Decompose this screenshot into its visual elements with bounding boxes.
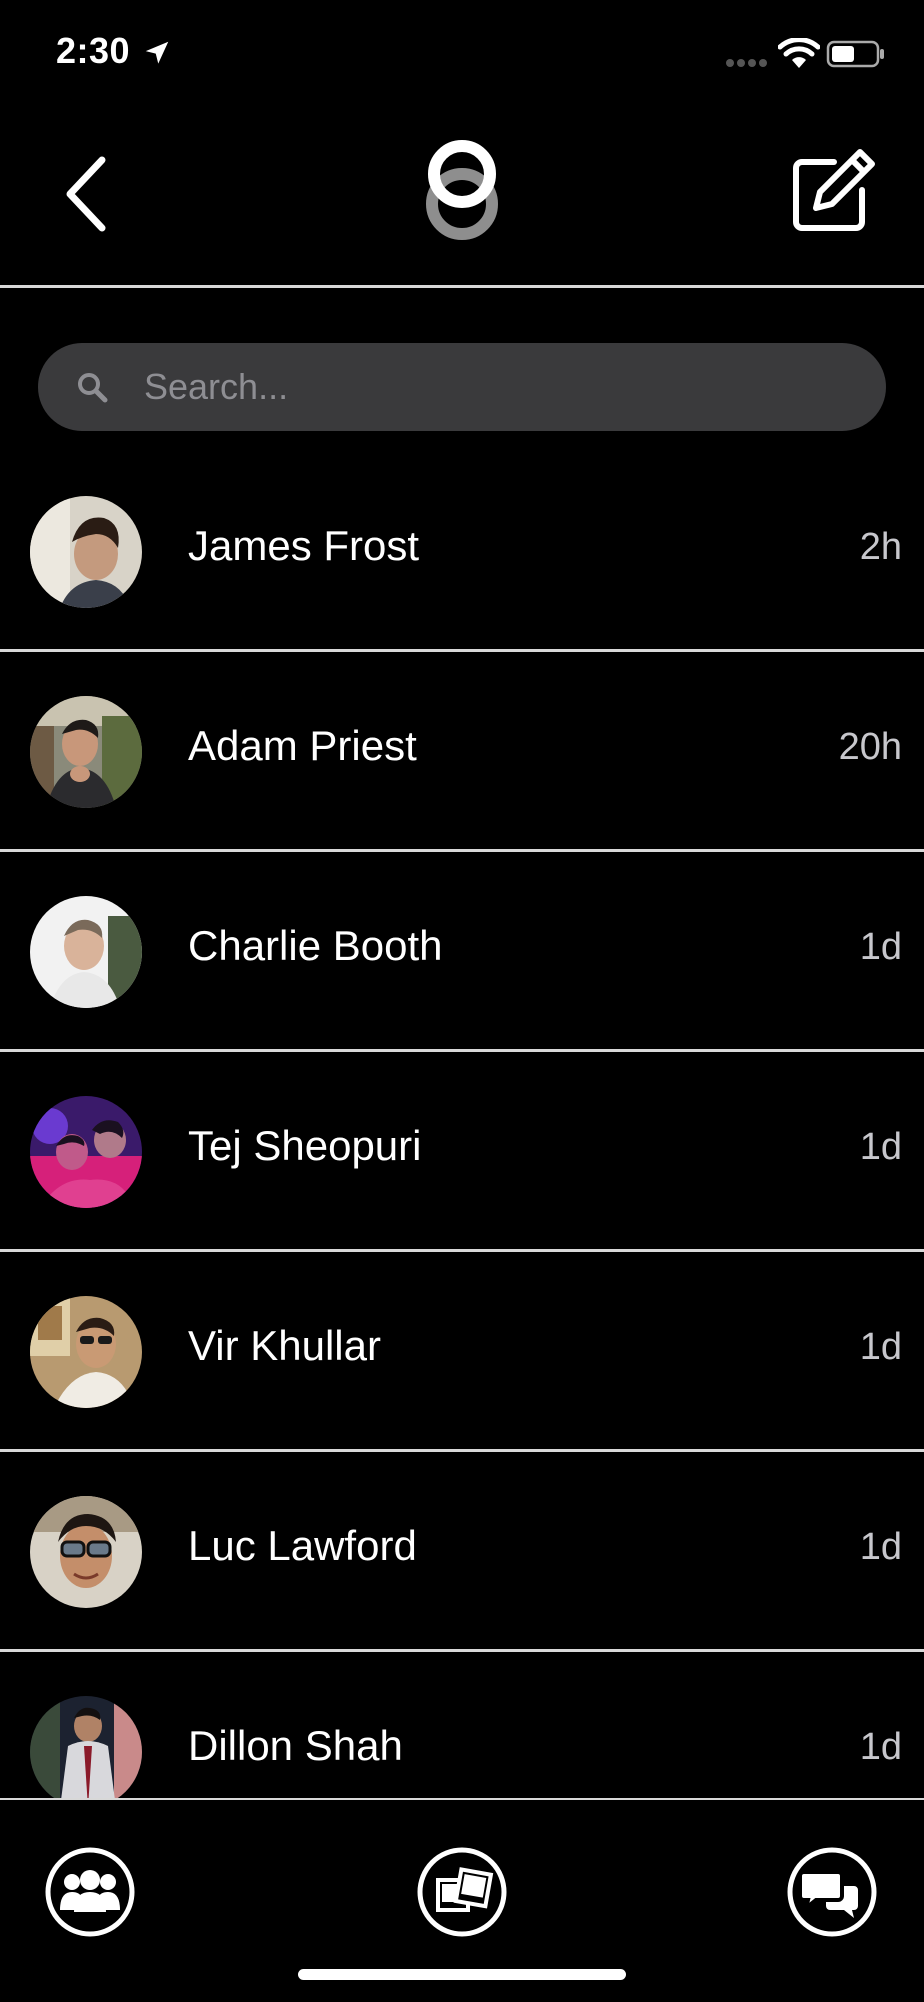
location-arrow-icon (145, 41, 169, 64)
avatar (30, 896, 142, 1008)
contact-name: Vir Khullar (188, 1322, 381, 1369)
contact-photo (30, 1496, 142, 1608)
search-icon (78, 373, 108, 403)
photos-gallery-icon (417, 1847, 507, 1937)
timestamp: 1d (859, 1326, 902, 1368)
conversation-row[interactable]: Adam Priest 20h (0, 652, 924, 852)
conversation-row[interactable]: Charlie Booth 1d (0, 852, 924, 1052)
tab-messages[interactable] (786, 1846, 878, 1938)
timestamp: 1d (859, 1126, 902, 1168)
contact-name: Adam Priest (188, 722, 417, 769)
chat-bubbles-icon (787, 1847, 877, 1937)
app-logo-icon (426, 140, 498, 240)
search-input[interactable] (144, 343, 844, 431)
conversation-row[interactable]: Vir Khullar 1d (0, 1252, 924, 1452)
tab-gallery[interactable] (416, 1846, 508, 1938)
cellular-signal-icon (726, 59, 767, 67)
contact-photo (30, 1296, 142, 1408)
conversation-list: James Frost 2h Adam Priest 20h Charlie B… (0, 452, 924, 1800)
contact-name: Tej Sheopuri (188, 1122, 422, 1169)
avatar (30, 1096, 142, 1208)
contact-name: Charlie Booth (188, 922, 443, 969)
avatar (30, 496, 142, 608)
timestamp: 20h (838, 726, 902, 768)
contact-name: Luc Lawford (188, 1522, 417, 1569)
timestamp: 1d (859, 926, 902, 968)
home-indicator (298, 1969, 626, 1980)
avatar (30, 1296, 142, 1408)
contact-photo (30, 896, 142, 1008)
navigation-bar (0, 110, 924, 288)
timestamp: 2h (859, 526, 902, 568)
conversation-row[interactable]: Luc Lawford 1d (0, 1452, 924, 1652)
back-chevron-icon[interactable] (58, 146, 118, 242)
contact-photo (30, 1096, 142, 1208)
status-bar: 2:30 (0, 0, 924, 110)
status-time: 2:30 (56, 30, 131, 71)
timestamp: 1d (859, 1526, 902, 1568)
tab-friends[interactable] (44, 1846, 136, 1938)
conversation-row[interactable]: Tej Sheopuri 1d (0, 1052, 924, 1252)
avatar (30, 696, 142, 808)
contact-name: James Frost (188, 522, 420, 569)
timestamp: 1d (859, 1726, 902, 1768)
search-bar[interactable] (38, 343, 886, 431)
friends-group-icon (45, 1847, 135, 1937)
conversation-row[interactable]: James Frost 2h (0, 452, 924, 652)
conversation-row[interactable]: Dillon Shah 1d (0, 1652, 924, 1800)
contact-photo (30, 696, 142, 808)
contact-name: Dillon Shah (188, 1722, 403, 1769)
wifi-icon (778, 38, 820, 68)
avatar (30, 1696, 142, 1800)
contact-photo (30, 1696, 142, 1800)
compose-icon[interactable] (788, 146, 878, 236)
contact-photo (30, 496, 142, 608)
avatar (30, 1496, 142, 1608)
battery-icon (826, 40, 884, 68)
